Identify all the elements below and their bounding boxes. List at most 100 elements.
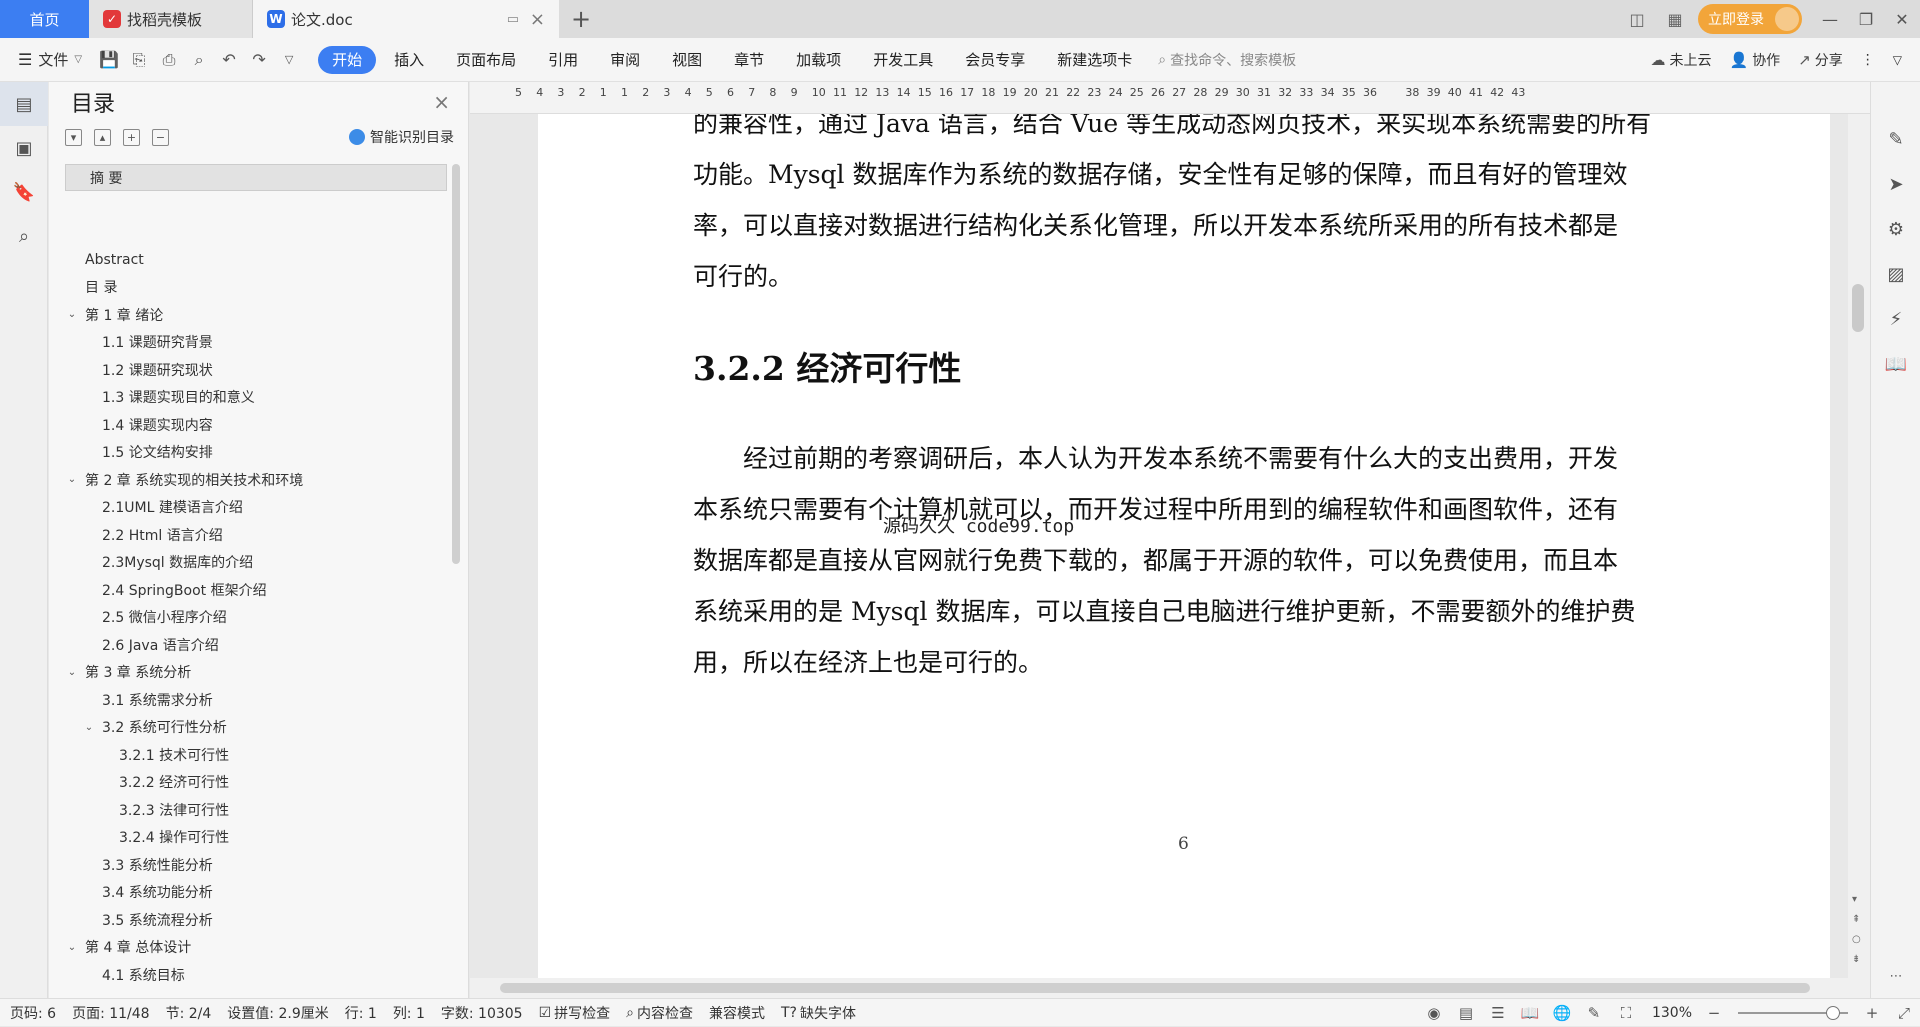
toc-item[interactable]: Abstract (65, 246, 447, 274)
scroll-down-icon[interactable]: ▾ (1852, 894, 1857, 905)
fullscreen-icon[interactable]: ⤢ (1888, 1004, 1920, 1022)
toc-item[interactable]: 3.2.3 法律可行性 (65, 796, 447, 824)
tab-daoke[interactable]: ✓ 找稻壳模板 (89, 0, 253, 38)
screen-icon[interactable]: ▭ (507, 12, 519, 27)
save-icon[interactable]: 💾 (94, 45, 124, 75)
page-view-icon[interactable]: ▤ (1450, 1004, 1482, 1022)
tab-insert[interactable]: 插入 (380, 46, 438, 74)
search-icon[interactable]: ⌕ (0, 214, 48, 258)
write-mode-icon[interactable]: ✎ (1578, 1004, 1610, 1022)
zoom-slider[interactable] (1738, 1012, 1848, 1014)
undo-icon[interactable]: ↶ (214, 45, 244, 75)
select-browse-icon[interactable]: ○ (1852, 934, 1861, 945)
vertical-scrollbar[interactable]: ▾ ⇞ ○ ⇟ (1848, 114, 1870, 978)
expand-icon[interactable]: ▾ (65, 129, 82, 146)
compat-mode[interactable]: 兼容模式 (709, 1003, 765, 1023)
status-col[interactable]: 列: 1 (393, 1003, 425, 1023)
apps-grid-icon[interactable]: ▦ (1656, 0, 1694, 38)
tab-member[interactable]: 会员专享 (951, 46, 1039, 74)
tab-document[interactable]: W 论文.doc ▭ × (253, 0, 559, 38)
export-pdf-icon[interactable]: ⎘ (124, 45, 154, 75)
print-icon[interactable]: ⎙ (154, 45, 184, 75)
toc-item[interactable]: 4.1 系统目标 (65, 961, 447, 989)
add-icon[interactable]: + (123, 129, 140, 146)
content-check-button[interactable]: ⌕内容检查 (626, 1003, 693, 1023)
toc-item[interactable]: 1.1 课题研究背景 (65, 329, 447, 357)
status-pages[interactable]: 页面: 11/48 (72, 1003, 150, 1023)
cloud-status-button[interactable]: ☁未上云 (1651, 50, 1712, 70)
toc-item[interactable]: 2.3Mysql 数据库的介绍 (65, 549, 447, 577)
book-icon[interactable]: 📖 (1871, 342, 1920, 387)
toc-item[interactable]: 2.4 SpringBoot 框架介绍 (65, 576, 447, 604)
tab-developer[interactable]: 开发工具 (859, 46, 947, 74)
status-setting[interactable]: 设置值: 2.9厘米 (227, 1003, 328, 1023)
status-word-count[interactable]: 字数: 10305 (441, 1003, 523, 1023)
more-icon[interactable]: ⋮ (1861, 52, 1875, 68)
spell-check-button[interactable]: ☑拼写检查 (539, 1003, 611, 1023)
scroll-thumb[interactable] (500, 983, 1810, 993)
redo-icon[interactable]: ↷ (244, 45, 274, 75)
tab-home[interactable]: 首页 (0, 0, 89, 38)
chevron-down-icon[interactable]: ⌄ (65, 667, 79, 678)
tab-review[interactable]: 审阅 (596, 46, 654, 74)
status-row[interactable]: 行: 1 (345, 1003, 377, 1023)
close-icon[interactable]: × (433, 90, 450, 114)
chevron-down-icon[interactable]: ⌄ (82, 722, 96, 733)
zoom-knob[interactable] (1826, 1006, 1840, 1020)
layout-icon[interactable]: ◫ (1618, 0, 1656, 38)
reading-view-icon[interactable]: 📖 (1514, 1004, 1546, 1022)
adjust-icon[interactable]: ⚙ (1871, 207, 1920, 252)
navigation-icon[interactable]: ▣ (0, 126, 48, 170)
chevron-down-icon[interactable]: ⌄ (65, 474, 79, 485)
scroll-thumb[interactable] (1852, 284, 1864, 332)
missing-font-button[interactable]: T?缺失字体 (781, 1003, 856, 1023)
tab-new[interactable]: 新建选项卡 (1043, 46, 1146, 74)
zoom-out-icon[interactable]: − (1698, 1004, 1730, 1022)
toc-item[interactable]: 1.4 课题实现内容 (65, 411, 447, 439)
toc-item[interactable]: 目 录 (65, 274, 447, 302)
toc-item[interactable]: 2.6 Java 语言介绍 (65, 631, 447, 659)
close-window-icon[interactable]: ✕ (1884, 0, 1920, 38)
more-icon[interactable]: ⋯ (1871, 969, 1920, 984)
toc-icon[interactable]: ▤ (0, 82, 48, 126)
eye-protection-icon[interactable]: ◉ (1418, 1004, 1450, 1022)
horizontal-scrollbar[interactable] (470, 978, 1870, 998)
tab-chapter[interactable]: 章节 (720, 46, 778, 74)
share-button[interactable]: ↗分享 (1798, 50, 1843, 70)
toc-item[interactable]: 1.3 课题实现目的和意义 (65, 384, 447, 412)
toc-item[interactable]: 2.1UML 建模语言介绍 (65, 494, 447, 522)
document-page[interactable]: 的兼容性，通过 Java 语言，结合 Vue 等生成动态网页技术，来实现本系统需… (538, 114, 1830, 978)
toc-item[interactable]: 1.5 论文结构安排 (65, 439, 447, 467)
toc-item[interactable]: 3.2.1 技术可行性 (65, 741, 447, 769)
toc-item[interactable]: 3.4 系统功能分析 (65, 879, 447, 907)
outline-view-icon[interactable]: ☰ (1482, 1004, 1514, 1022)
fit-page-icon[interactable]: ⛶ (1610, 1004, 1642, 1022)
file-menu[interactable]: ☰文件▽ (0, 49, 94, 70)
pen-icon[interactable]: ✎ (1871, 117, 1920, 162)
command-search[interactable]: ⌕查找命令、搜索模板 (1158, 50, 1296, 70)
toc-item[interactable]: 2.2 Html 语言介绍 (65, 521, 447, 549)
toc-item[interactable]: 3.1 系统需求分析 (65, 686, 447, 714)
toc-item[interactable]: ⌄第 1 章 绪论 (65, 301, 447, 329)
toc-item[interactable]: 3.3 系统性能分析 (65, 851, 447, 879)
toc-item[interactable]: 3.5 系统流程分析 (65, 906, 447, 934)
login-button[interactable]: 立即登录 (1698, 4, 1802, 34)
chevron-down-icon[interactable]: ⌄ (65, 942, 79, 953)
toc-item[interactable]: ⌄第 4 章 总体设计 (65, 934, 447, 962)
smart-toc-button[interactable]: 智能识别目录 (349, 127, 454, 147)
toc-item[interactable]: ⌄第 3 章 系统分析 (65, 659, 447, 687)
toc-item[interactable]: 3.2.4 操作可行性 (65, 824, 447, 852)
close-tab-icon[interactable]: × (530, 9, 545, 30)
zoom-in-icon[interactable]: + (1856, 1004, 1888, 1022)
prev-page-icon[interactable]: ⇞ (1852, 914, 1860, 925)
new-tab-button[interactable]: + (559, 0, 603, 38)
tab-addins[interactable]: 加载项 (782, 46, 855, 74)
lightning-icon[interactable]: ⚡ (1871, 297, 1920, 342)
restore-icon[interactable]: ❐ (1848, 0, 1884, 38)
toc-item[interactable]: 3.2.2 经济可行性 (65, 769, 447, 797)
collapse-ribbon-icon[interactable]: ▽ (1893, 53, 1902, 67)
bookmark-icon[interactable]: 🔖 (0, 170, 48, 214)
status-section[interactable]: 节: 2/4 (166, 1003, 212, 1023)
remove-icon[interactable]: − (152, 129, 169, 146)
customize-chevron-icon[interactable]: ▽ (274, 45, 304, 75)
